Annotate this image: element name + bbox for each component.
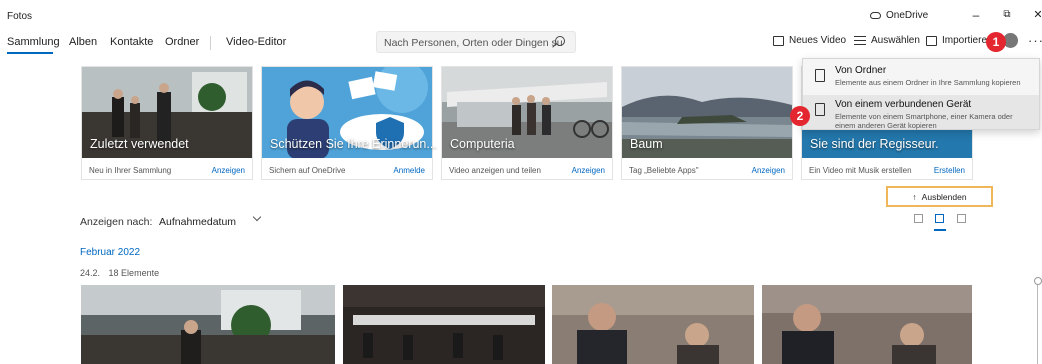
onedrive-button[interactable]: OneDrive — [870, 10, 928, 21]
title-bar: Fotos OneDrive – ⧉ ✕ — [0, 0, 1042, 30]
photo-thumbnail[interactable] — [343, 285, 545, 364]
card-recent-title: Zuletzt verwendet — [90, 137, 189, 151]
card-backup[interactable]: Schützen Sie Ihre Erinnerun... Sichern a… — [261, 66, 437, 180]
select-label: Auswählen — [871, 35, 920, 46]
select-button[interactable]: Auswählen — [854, 35, 920, 46]
card-director-link[interactable]: Erstellen — [934, 166, 965, 175]
photo-thumbnail[interactable] — [552, 285, 754, 364]
video-icon — [773, 35, 784, 46]
new-video-button[interactable]: Neues Video — [773, 35, 846, 46]
hide-button-label: Ausblenden — [921, 191, 967, 202]
card-baum-subtitle: Tag „Beliebte Apps" — [629, 166, 699, 175]
day-count: 18 Elemente — [108, 268, 160, 278]
step-badge-2: 2 — [790, 106, 810, 126]
view-medium-icon[interactable] — [935, 214, 944, 223]
sort-label: Anzeigen nach: — [80, 216, 153, 228]
maximize-button[interactable]: ⧉ — [997, 7, 1017, 23]
import-label: Importieren — [942, 35, 993, 46]
cloud-icon — [870, 12, 881, 19]
search-input[interactable]: Nach Personen, Orten oder Dingen su — [384, 37, 563, 49]
import-icon — [926, 35, 937, 46]
menu-item-from-device-title: Von einem verbundenen Gerät — [835, 99, 972, 110]
scrollbar-thumb[interactable] — [1034, 277, 1042, 285]
import-menu: Von Ordner Elemente aus einem Ordner in … — [802, 58, 1040, 130]
tab-ordner[interactable]: Ordner — [165, 36, 199, 48]
photo-thumbnail[interactable] — [81, 285, 335, 364]
card-recent-link[interactable]: Anzeigen — [212, 166, 245, 175]
active-tab-indicator — [7, 52, 53, 54]
card-computeria[interactable]: Computeria Video anzeigen und teilen Anz… — [441, 66, 613, 180]
search-box[interactable]: Nach Personen, Orten oder Dingen su — [376, 31, 576, 53]
card-backup-link[interactable]: Anmelde — [393, 166, 425, 175]
folder-icon — [815, 69, 825, 82]
arrow-up-icon: ↑ — [912, 191, 917, 202]
hide-button[interactable]: ↑ Ausblenden — [886, 186, 993, 207]
menu-item-from-folder[interactable]: Von Ordner Elemente aus einem Ordner in … — [803, 61, 1039, 95]
card-computeria-subtitle: Video anzeigen und teilen — [449, 166, 541, 175]
new-video-label: Neues Video — [789, 35, 847, 46]
card-baum-title: Baum — [630, 137, 663, 151]
chevron-down-icon[interactable] — [252, 212, 262, 222]
scrollbar-track[interactable] — [1037, 285, 1038, 364]
onedrive-label: OneDrive — [886, 10, 929, 21]
card-backup-title: Schützen Sie Ihre Erinnerun... — [270, 137, 437, 151]
day-header: 24.2. 18 Elemente — [80, 268, 159, 278]
card-baum-link[interactable]: Anzeigen — [752, 166, 785, 175]
sort-dropdown[interactable]: Aufnahmedatum — [159, 216, 236, 228]
tab-sammlung[interactable]: Sammlung — [7, 36, 60, 48]
day-date: 24.2. — [80, 268, 101, 278]
app-title: Fotos — [7, 11, 33, 22]
phone-icon — [815, 103, 825, 116]
card-recent-subtitle: Neu in Ihrer Sammlung — [89, 166, 172, 175]
step-badge-1: 1 — [986, 32, 1006, 52]
view-small-icon[interactable] — [957, 214, 966, 223]
card-baum[interactable]: Baum Tag „Beliebte Apps" Anzeigen — [621, 66, 793, 180]
card-backup-subtitle: Sichern auf OneDrive — [269, 166, 346, 175]
menu-item-from-device[interactable]: Von einem verbundenen Gerät Elemente von… — [803, 95, 1039, 130]
nav-divider — [210, 36, 211, 50]
close-button[interactable]: ✕ — [1028, 7, 1042, 23]
menu-item-from-folder-desc: Elemente aus einem Ordner in Ihre Sammlu… — [835, 78, 1021, 87]
menu-item-from-folder-title: Von Ordner — [835, 65, 887, 76]
card-computeria-link[interactable]: Anzeigen — [572, 166, 605, 175]
search-icon[interactable] — [555, 36, 565, 46]
select-list-icon — [854, 36, 866, 45]
minimize-button[interactable]: – — [966, 7, 986, 23]
card-director-title: Sie sind der Regisseur. — [810, 137, 939, 151]
month-header[interactable]: Februar 2022 — [80, 247, 140, 258]
tab-kontakte[interactable]: Kontakte — [110, 36, 153, 48]
view-large-icon[interactable] — [914, 214, 923, 223]
import-button[interactable]: Importieren — [926, 35, 993, 46]
card-recent[interactable]: Zuletzt verwendet Neu in Ihrer Sammlung … — [81, 66, 253, 180]
tab-alben[interactable]: Alben — [69, 36, 97, 48]
card-director-subtitle: Ein Video mit Musik erstellen — [809, 166, 912, 175]
photo-thumbnail[interactable] — [762, 285, 972, 364]
menu-item-from-device-desc: Elemente von einem Smartphone, einer Kam… — [835, 112, 1013, 130]
view-active-indicator — [934, 229, 946, 231]
card-computeria-title: Computeria — [450, 137, 515, 151]
more-options-button[interactable]: ··· — [1028, 33, 1042, 48]
tab-video-editor[interactable]: Video-Editor — [226, 36, 286, 48]
